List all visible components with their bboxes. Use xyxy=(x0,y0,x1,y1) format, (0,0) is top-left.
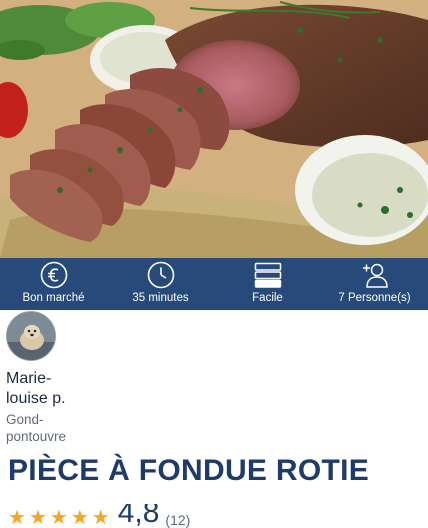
author-city: Gond-pontouvre xyxy=(6,412,67,444)
star-icon: ★ xyxy=(91,507,110,528)
recipe-info-bar: Bon marché 35 minutes Facile 7 Personne(… xyxy=(0,258,428,310)
rating-value: 4,8 xyxy=(117,504,160,528)
euro-icon xyxy=(40,261,67,289)
rating-count: (12) xyxy=(165,512,191,528)
clock-icon xyxy=(147,261,174,289)
info-label-difficulty: Facile xyxy=(252,292,283,304)
recipe-title: PIÈCE À FONDUE ROTIE xyxy=(8,454,370,487)
star-icon: ★ xyxy=(70,507,89,528)
avatar[interactable] xyxy=(6,311,56,361)
star-icon: ★ xyxy=(28,507,47,528)
info-item-difficulty: Facile xyxy=(214,258,321,310)
info-item-time: 35 minutes xyxy=(107,258,214,310)
recipe-photo xyxy=(0,0,428,258)
info-label-cost: Bon marché xyxy=(22,292,85,304)
author-name[interactable]: Marie-louise p. xyxy=(6,369,86,409)
author-block[interactable]: Marie-louise p. Gond-pontouvre xyxy=(6,311,116,445)
rating-stars: ★ ★ ★ ★ ★ xyxy=(8,508,110,528)
roast-beef-image xyxy=(0,0,428,258)
info-item-servings: 7 Personne(s) xyxy=(321,258,428,310)
info-label-time: 35 minutes xyxy=(132,292,189,304)
add-person-icon xyxy=(362,263,388,288)
dog-avatar-image xyxy=(7,312,55,360)
rating-block[interactable]: ★ ★ ★ ★ ★ 4,8 (12) xyxy=(8,504,190,528)
difficulty-icon xyxy=(254,262,281,288)
info-item-cost: Bon marché xyxy=(0,258,107,310)
star-icon: ★ xyxy=(8,507,26,528)
info-label-servings: 7 Personne(s) xyxy=(338,292,411,304)
star-icon: ★ xyxy=(49,507,68,528)
